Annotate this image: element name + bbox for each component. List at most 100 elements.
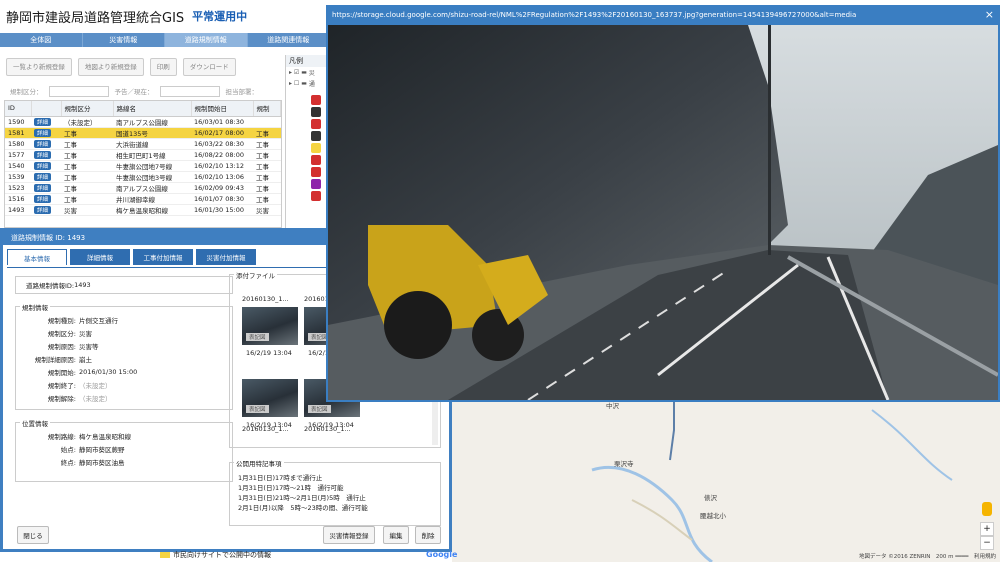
tab-overview[interactable]: 全体図 [0,33,83,47]
thumbnail-filename[interactable]: 20160130_1... [242,425,289,433]
photo-url: https://storage.cloud.google.com/shizu-r… [332,11,857,19]
field-row: 規制路線: 梅ケ島温泉昭和線 [16,429,232,442]
cell-start: 16/01/07 08:30 [191,193,253,205]
tab-detail-info[interactable]: 詳細情報 [70,249,130,265]
tab-construction-info[interactable]: 工事付加情報 [133,249,193,265]
cell-detail: 詳細 [31,182,61,194]
map-attribution: 地図データ ©2016 ZENRIN 200 m ━━━━ 利用規約 [858,554,996,560]
col-start[interactable]: 規制開始日 [191,101,254,117]
legend-symbol-icon [311,107,321,117]
field-value: 片側交互通行 [79,316,118,325]
detail-button[interactable]: 詳細 [34,194,52,203]
cell-start: 16/02/10 13:06 [191,171,253,183]
detail-button[interactable]: 詳細 [34,150,52,159]
table-row[interactable]: 1581 詳細 工事 国道135号 16/02/17 08:00 工事 [5,127,281,139]
table-row[interactable]: 1493 詳細 災害 梅ケ島温泉昭和線 16/01/30 15:00 災害 [5,204,281,216]
cell-start: 16/02/09 09:43 [191,182,253,194]
public-notes-label: 公開用特記事項 [234,458,284,468]
cell-reg: 工事 [253,160,281,172]
col-reg[interactable]: 規制 [253,101,281,117]
thumbnail-filename[interactable]: 20160130_1... [242,295,289,303]
regulation-table: ID 規制区分 路線名 規制開始日 規制 1590 詳細 （未設定） 南アルプス公園線… [4,100,282,228]
schedule-filter-select[interactable] [159,85,220,97]
detail-button[interactable]: 詳細 [34,161,52,170]
detail-button[interactable]: 詳細 [34,128,52,137]
legend-symbol-icon [311,167,321,177]
legend-row[interactable]: ▸ ☐ ▬ 通 [286,78,329,89]
tab-disaster-info[interactable]: 災害付加情報 [196,249,256,265]
cell-category: 工事 [61,127,113,139]
cell-detail: 詳細 [31,193,61,205]
cell-reg: 工事 [253,138,281,150]
zoom-in-button[interactable]: + [980,522,994,536]
field-value: 静岡市葵区油島 [79,458,125,467]
legend-row-label: 災 [308,70,315,77]
cell-id: 1516 [5,193,31,205]
register-disaster-button[interactable]: 災害情報登録 [323,526,375,544]
col-route[interactable]: 路線名 [113,101,192,117]
table-row[interactable]: 1590 詳細 （未設定） 南アルプス公園線 16/03/01 08:30 [5,116,281,128]
cell-id: 1493 [5,204,31,216]
cell-detail: 詳細 [31,149,61,161]
field-key: 終点: [60,458,76,467]
cell-id: 1539 [5,171,31,183]
detail-button[interactable]: 詳細 [34,183,52,192]
field-row: 規制種別: 片側交互通行 [16,313,232,326]
map-label: 栗沢寺 [614,460,634,468]
category-filter-select[interactable] [48,85,109,97]
legend-symbol-icon [311,155,321,165]
table-row[interactable]: 1540 詳細 工事 牛妻旗公団地7号線 16/02/10 13:12 工事 [5,160,281,172]
public-info-legend: 市民向けサイトで公開中の情報 [160,550,271,560]
tab-road-regulation[interactable]: 道路規制情報 [165,33,248,47]
tab-disaster[interactable]: 災害情報 [83,33,165,47]
detail-button[interactable]: 詳細 [34,172,52,181]
legend-symbol-icon [311,119,321,129]
regulation-section-label: 規制情報 [20,302,50,312]
detail-button[interactable]: 詳細 [34,139,52,148]
cell-id: 1580 [5,138,31,150]
detail-button[interactable]: 詳細 [34,117,52,126]
legend-panel: 凡例 ▸ ☑ ▬ 災 ▸ ☐ ▬ 通 [285,55,329,230]
thumbnail-tag: 表記図 [246,405,269,413]
photo-thumbnail[interactable]: 表記図 [242,379,298,417]
table-row[interactable]: 1523 詳細 工事 南アルプス公園線 16/02/09 09:43 工事 [5,182,281,194]
toolbar: 一覧より新規登録 地図より新規登録 印刷 ダウンロード [0,58,283,76]
close-button[interactable]: 閉じる [17,526,49,544]
legend-symbol-icon [311,95,321,105]
zoom-out-button[interactable]: − [980,536,994,550]
map-view[interactable]: 中沢 栗沢寺 俵沢 腰越北小 + − 地図データ ©2016 ZENRIN 20… [452,400,1000,562]
table-row[interactable]: 1580 詳細 工事 大浜街道線 16/03/22 08:30 工事 [5,138,281,150]
cell-detail: 詳細 [31,138,61,150]
cell-category: （未設定） [61,116,113,128]
pegman-icon[interactable] [982,502,992,516]
regulation-id-box: 道路規制情報ID: 1493 [15,276,233,294]
thumbnail-filename[interactable]: 20160130_1... [304,425,351,433]
legend-symbol-icon [311,191,321,201]
register-from-list-button[interactable]: 一覧より新規登録 [6,58,72,76]
cell-start: 16/01/30 15:00 [191,204,253,216]
field-value: 災害 [79,329,92,338]
print-button[interactable]: 印刷 [149,58,177,76]
regulation-fields: 規制種別: 片側交互通行 規制区分: 災害 規制原因: 災害等 規制詳細原因: 崩土 規制開始:… [16,313,232,404]
cell-route: 南アルプス公園線 [113,116,191,128]
legend-symbol-icon [311,131,321,141]
table-row[interactable]: 1539 詳細 工事 牛妻旗公団地3号線 16/02/10 13:06 工事 [5,171,281,183]
delete-button[interactable]: 削除 [415,526,441,544]
table-row[interactable]: 1577 詳細 工事 相生町巴町1号線 16/08/22 08:00 工事 [5,149,281,161]
cell-category: 工事 [61,149,113,161]
col-id[interactable]: ID [5,101,32,117]
photo-thumbnail[interactable]: 表記図 [242,307,298,345]
tab-basic-info[interactable]: 基本情報 [7,249,67,265]
detail-button[interactable]: 詳細 [34,205,52,214]
field-key: 規制路線: [47,432,76,441]
edit-button[interactable]: 編集 [383,526,409,544]
legend-row[interactable]: ▸ ☑ ▬ 災 [286,67,329,78]
col-category[interactable]: 規制区分 [61,101,114,117]
close-icon[interactable]: × [985,8,994,21]
download-button[interactable]: ダウンロード [182,58,236,76]
cell-start: 16/02/17 08:00 [191,127,253,139]
register-from-map-button[interactable]: 地図より新規登録 [77,58,144,76]
public-notes-section: 公開用特記事項 1月31日(日)17時まで通行止 1月31日(日)17時～21時… [229,458,441,526]
table-row[interactable]: 1516 詳細 工事 井川湖御幸線 16/01/07 08:30 工事 [5,193,281,205]
tab-road-related[interactable]: 道路関連情報 [248,33,330,47]
